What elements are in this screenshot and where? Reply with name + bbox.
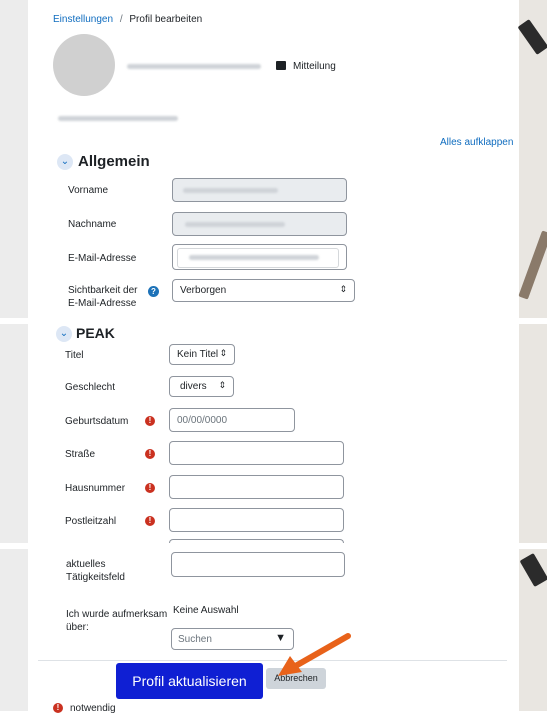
annotation-arrow-icon	[278, 633, 351, 676]
form-divider	[38, 660, 507, 661]
select-arrows-icon: ⇕	[218, 380, 226, 390]
label-email: E-Mail-Adresse	[68, 253, 137, 264]
nachname-field[interactable]	[172, 212, 347, 236]
message-icon[interactable]	[276, 61, 286, 70]
geschlecht-select[interactable]: divers ⇕	[169, 376, 234, 397]
required-icon: !	[145, 483, 155, 493]
sichtbarkeit-select[interactable]: Verborgen ⇕	[172, 279, 355, 302]
section-title-allgemein[interactable]: Allgemein	[78, 153, 150, 170]
required-icon: !	[53, 703, 63, 713]
sichtbarkeit-value: Verborgen	[180, 285, 227, 296]
help-icon[interactable]: ?	[148, 286, 159, 297]
update-profile-button[interactable]: Profil aktualisieren	[116, 663, 263, 699]
hausnummer-field[interactable]	[169, 475, 344, 499]
chevron-down-icon[interactable]: ⌄	[56, 326, 72, 342]
message-link[interactable]: Mitteilung	[293, 61, 336, 72]
search-placeholder: Suchen	[178, 634, 212, 645]
strasse-field[interactable]	[169, 441, 344, 465]
user-subtitle-blurred	[58, 116, 178, 121]
vorname-value-blurred	[183, 188, 278, 193]
label-sichtbarkeit-1: Sichtbarkeit der	[68, 285, 138, 296]
right-background	[519, 0, 547, 711]
breadcrumb-separator: /	[119, 14, 123, 25]
label-hausnummer: Hausnummer	[65, 483, 126, 494]
avatar	[53, 34, 115, 96]
label-aufmerksam-1: Ich wurde aufmerksam	[66, 609, 168, 620]
label-geschlecht: Geschlecht	[65, 382, 116, 393]
label-vorname: Vorname	[68, 185, 109, 196]
chevron-down-icon[interactable]: ⌄	[57, 154, 73, 170]
left-background	[0, 0, 28, 711]
titel-select[interactable]: Kein Titel ⇕	[169, 344, 235, 365]
label-taetigkeit-1: aktuelles	[66, 559, 106, 570]
section-title-peak[interactable]: PEAK	[76, 325, 115, 341]
vorname-field[interactable]	[172, 178, 347, 202]
aufmerksam-value: Keine Auswahl	[173, 605, 239, 616]
nachname-value-blurred	[185, 222, 285, 227]
select-arrows-icon: ⇕	[339, 284, 347, 294]
label-sichtbarkeit-2: E-Mail-Adresse	[68, 298, 137, 309]
label-strasse: Straße	[65, 449, 96, 460]
taetigkeit-field[interactable]	[171, 552, 345, 577]
geburtsdatum-placeholder: 00/00/0000	[177, 415, 228, 426]
label-aufmerksam-2: über:	[66, 622, 89, 633]
titel-value: Kein Titel	[177, 349, 219, 360]
required-icon: !	[145, 516, 155, 526]
email-value-blurred	[189, 255, 319, 260]
select-arrows-icon: ⇕	[219, 348, 227, 358]
screenshot-gap	[0, 318, 547, 324]
label-postleitzahl: Postleitzahl	[65, 516, 117, 527]
breadcrumb: Einstellungen / Profil bearbeiten	[53, 14, 202, 25]
label-geburtsdatum: Geburtsdatum	[65, 416, 129, 427]
geburtsdatum-field[interactable]: 00/00/0000	[169, 408, 295, 432]
required-icon: !	[145, 416, 155, 426]
label-nachname: Nachname	[68, 219, 117, 230]
required-icon: !	[145, 449, 155, 459]
screenshot-gap	[0, 543, 547, 549]
expand-all-link[interactable]: Alles aufklappen	[440, 137, 513, 148]
breadcrumb-root-link[interactable]: Einstellungen	[53, 14, 113, 25]
postleitzahl-field[interactable]	[169, 508, 344, 532]
breadcrumb-current: Profil bearbeiten	[129, 14, 203, 25]
label-titel: Titel	[65, 350, 84, 361]
email-field[interactable]	[172, 244, 347, 270]
required-legend: notwendig	[70, 703, 116, 714]
label-taetigkeit-2: Tätigkeitsfeld	[66, 572, 125, 583]
user-name-blurred	[127, 64, 261, 69]
geschlecht-value: divers	[180, 381, 207, 392]
